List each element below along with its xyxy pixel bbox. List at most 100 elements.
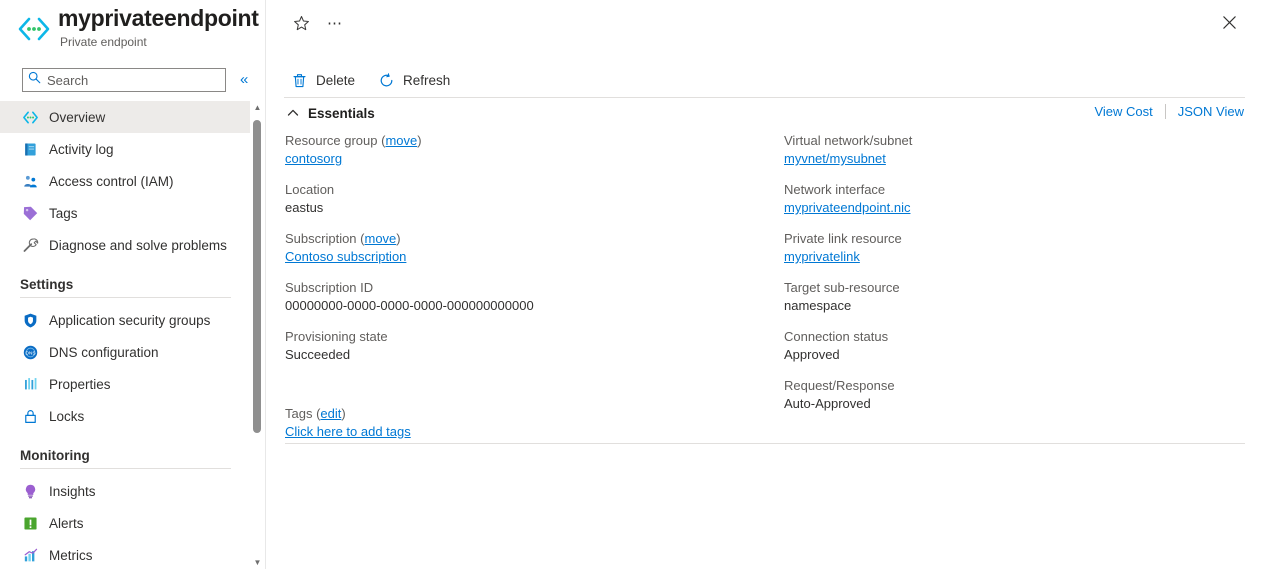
tags-edit-link[interactable]: edit <box>320 406 341 421</box>
search-box[interactable] <box>22 68 226 92</box>
sidebar-item-access-control-iam[interactable]: Access control (IAM) <box>0 165 250 197</box>
essentials-value-link[interactable]: contosorg <box>285 151 342 166</box>
essentials-label-text: Location <box>285 182 335 197</box>
essentials-label-text: Provisioning state <box>285 329 388 344</box>
essentials-field: Subscription ID 00000000-0000-0000-0000-0… <box>285 279 765 315</box>
essentials-field: Request/Response Auto-Approved <box>784 377 1244 413</box>
lightbulb-icon <box>20 481 40 501</box>
essentials-label-text: Virtual network/subnet <box>784 133 913 148</box>
resource-menu-scroll: Overview Activity log Access control (IAM)… <box>0 101 265 569</box>
sidebar-item-label: Access control (IAM) <box>49 173 174 189</box>
scroll-up-arrow-icon[interactable]: ▲ <box>251 101 264 114</box>
sidebar-item-activity-log[interactable]: Activity log <box>0 133 250 165</box>
sidebar-group-divider <box>20 297 231 298</box>
essentials-value-link[interactable]: Contoso subscription <box>285 249 406 264</box>
move-link[interactable]: move <box>365 231 397 246</box>
essentials-field-value[interactable]: Contoso subscription <box>285 248 765 266</box>
essentials-field-label: Subscription ID <box>285 279 765 297</box>
scroll-down-arrow-icon[interactable]: ▼ <box>251 556 264 569</box>
essentials-links: View Cost JSON View <box>1094 104 1244 119</box>
sidebar-group-title: Settings <box>20 277 74 292</box>
essentials-header[interactable]: Essentials <box>285 103 375 123</box>
chevron-up-icon <box>285 105 301 121</box>
search-container <box>22 68 226 92</box>
essentials-label-text: Subscription <box>285 231 357 246</box>
scrollbar-thumb[interactable] <box>253 120 261 433</box>
azure-portal-blade: myprivateendpoint Private endpoint « Ove… <box>0 0 1263 569</box>
essentials-title: Essentials <box>308 105 375 121</box>
close-icon[interactable] <box>1217 10 1241 34</box>
essentials-field-label: Virtual network/subnet <box>784 132 1244 150</box>
essentials-label-text: Private link resource <box>784 231 902 246</box>
sidebar-item-dns-configuration[interactable]: DNS DNS configuration <box>0 336 250 368</box>
sidebar-item-properties[interactable]: Properties <box>0 368 250 400</box>
sidebar-item-alerts[interactable]: Alerts <box>0 507 250 539</box>
essentials-field-value[interactable]: myprivatelink <box>784 248 1244 266</box>
star-icon[interactable] <box>290 12 312 34</box>
metrics-icon <box>20 545 40 565</box>
move-link[interactable]: move <box>385 133 417 148</box>
view-cost-link[interactable]: View Cost <box>1094 104 1152 119</box>
sidebar-item-locks[interactable]: Locks <box>0 400 250 432</box>
dns-icon: DNS <box>20 342 40 362</box>
essentials-field-label: Resource group (move) <box>285 133 422 148</box>
sidebar-item-diagnose-and-solve-problems[interactable]: Diagnose and solve problems <box>0 229 250 261</box>
essentials-value-link[interactable]: myprivateendpoint.nic <box>784 200 910 215</box>
sidebar-item-label: Alerts <box>49 515 84 531</box>
delete-button[interactable]: Delete <box>284 66 361 94</box>
sidebar-item-overview[interactable]: Overview <box>0 101 250 133</box>
sidebar-item-label: Properties <box>49 376 111 392</box>
refresh-button[interactable]: Refresh <box>371 66 456 94</box>
sidebar-item-label: Tags <box>49 205 78 221</box>
sidebar-item-application-security-groups[interactable]: Application security groups <box>0 304 250 336</box>
essentials-label-text: Request/Response <box>784 378 895 393</box>
sidebar-item-label: Application security groups <box>49 312 211 328</box>
toolbar-divider <box>284 97 1245 98</box>
sidebar-item-metrics[interactable]: Metrics <box>0 539 250 569</box>
sidebar-scrollbar[interactable]: ▲ ▼ <box>250 101 265 569</box>
essentials-field: Connection status Approved <box>784 328 1244 364</box>
essentials-field-value[interactable]: myvnet/mysubnet <box>784 150 1244 168</box>
add-tags-link[interactable]: Click here to add tags <box>285 424 411 439</box>
essentials-label-text: Network interface <box>784 182 886 197</box>
essentials-field: Subscription (move) Contoso subscription <box>285 230 765 266</box>
search-input[interactable] <box>41 71 206 89</box>
trash-icon <box>290 71 308 89</box>
sidebar-item-tags[interactable]: Tags <box>0 197 250 229</box>
resource-header: myprivateendpoint Private endpoint <box>0 0 265 56</box>
essentials-field: Target sub-resource namespace <box>784 279 1244 315</box>
toolbar-button-label: Delete <box>316 72 356 88</box>
essentials-field-value: namespace <box>784 298 852 313</box>
json-view-link[interactable]: JSON View <box>1178 104 1244 119</box>
essentials-field-value[interactable]: contosorg <box>285 150 765 168</box>
essentials-field: Resource group (move) contosorg <box>285 132 765 168</box>
lock-icon <box>20 406 40 426</box>
private-endpoint-icon <box>20 107 40 127</box>
page-subtitle: Private endpoint <box>60 35 147 49</box>
essentials-field-label: Target sub-resource <box>784 279 1244 297</box>
wrench-icon <box>20 235 40 255</box>
essentials-field-label: Connection status <box>784 328 1244 346</box>
essentials-field: Location eastus <box>285 181 765 217</box>
essentials-field-value: Auto-Approved <box>784 396 871 411</box>
access-control-icon <box>20 171 40 191</box>
ellipsis-icon[interactable]: ⋯ <box>323 12 347 34</box>
essentials-field-label: Provisioning state <box>285 328 765 346</box>
blade-content: ⋯ Delete Refresh Essentials View Cost JSO… <box>266 0 1263 569</box>
sidebar-item-insights[interactable]: Insights <box>0 475 250 507</box>
essentials-value-link[interactable]: myprivatelink <box>784 249 860 264</box>
chevron-double-left-icon[interactable]: « <box>240 70 248 90</box>
essentials-field-label: Private link resource <box>784 230 1244 248</box>
tags-label: Tags (edit) <box>285 406 346 421</box>
resource-menu-panel: myprivateendpoint Private endpoint « Ove… <box>0 0 265 569</box>
essentials-value-link[interactable]: myvnet/mysubnet <box>784 151 886 166</box>
activity-log-icon <box>20 139 40 159</box>
essentials-label-text: Resource group <box>285 133 378 148</box>
essentials-field: Virtual network/subnet myvnet/mysubnet <box>784 132 1244 168</box>
essentials-field: Network interface myprivateendpoint.nic <box>784 181 1244 217</box>
tags-label-text: Tags <box>285 406 313 421</box>
essentials-field-value: Succeeded <box>285 347 351 362</box>
private-endpoint-icon <box>16 14 52 44</box>
essentials-field: Private link resource myprivatelink <box>784 230 1244 266</box>
essentials-field-value[interactable]: myprivateendpoint.nic <box>784 199 1244 217</box>
